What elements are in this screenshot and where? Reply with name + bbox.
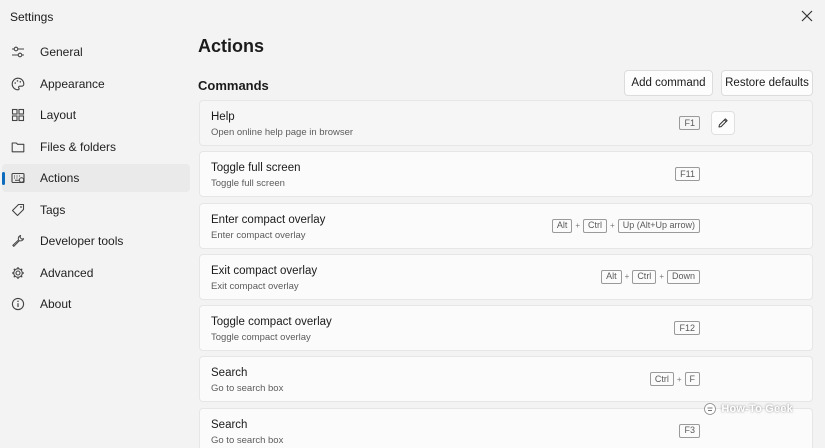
- command-list: Help Open online help page in browser F1…: [199, 100, 813, 448]
- sidebar-item-general[interactable]: General: [2, 38, 190, 66]
- command-name: Enter compact overlay: [211, 213, 326, 226]
- command-item-toggle-full-screen[interactable]: Toggle full screen Toggle full screen F1…: [199, 151, 813, 198]
- key-separator: +: [676, 374, 682, 384]
- edit-command-button[interactable]: [711, 111, 735, 135]
- sidebar-item-label: Advanced: [40, 265, 94, 280]
- command-name: Search: [211, 418, 248, 431]
- command-item-help[interactable]: Help Open online help page in browser F1: [199, 100, 813, 146]
- key-separator: +: [610, 221, 615, 231]
- command-item-search[interactable]: Search Go to search box Ctrl + F: [199, 356, 813, 403]
- sidebar-item-label: About: [40, 297, 72, 311]
- sidebar-item-developer-tools[interactable]: Developer tools: [2, 227, 190, 255]
- key-cap: Ctrl: [649, 372, 674, 387]
- sidebar-item-tags[interactable]: Tags: [2, 196, 190, 224]
- key-cap: Ctrl: [632, 269, 657, 284]
- window-title: Settings: [10, 10, 54, 24]
- tag-icon: [10, 202, 26, 218]
- add-command-button[interactable]: Add command: [624, 70, 713, 96]
- command-name: Exit compact overlay: [211, 264, 318, 277]
- sidebar-item-label: Actions: [40, 171, 80, 185]
- sliders-icon: [10, 44, 26, 60]
- sidebar-item-actions[interactable]: Actions: [2, 164, 190, 192]
- sidebar-item-label: General: [40, 45, 83, 59]
- sidebar-item-layout[interactable]: Layout: [2, 101, 190, 129]
- key-cap: Down: [666, 269, 700, 284]
- grid-icon: [10, 107, 26, 123]
- close-icon: [801, 10, 813, 22]
- page-title: Actions: [198, 36, 265, 56]
- watermark: How-To Geek: [703, 402, 793, 416]
- command-description: Open online help page in browser: [211, 127, 354, 138]
- key-cap: F: [684, 372, 700, 387]
- command-item-enter-compact-overlay[interactable]: Enter compact overlay Enter compact over…: [199, 202, 813, 249]
- sidebar-item-label: Tags: [40, 202, 66, 217]
- shortcut-keys: F3: [679, 423, 700, 438]
- gear-icon: [10, 265, 26, 281]
- wrench-icon: [10, 233, 26, 249]
- command-description: Exit compact overlay: [211, 280, 299, 292]
- restore-defaults-button[interactable]: Restore defaults: [721, 70, 813, 96]
- shortcut-keys: F1: [679, 116, 700, 130]
- title-bar: Settings: [0, 0, 825, 34]
- sidebar-item-label: Developer tools: [40, 234, 124, 248]
- shortcut-keys: Alt + Ctrl + Up (Alt+Up arrow): [551, 218, 700, 233]
- watermark-text: How-To Geek: [721, 403, 793, 415]
- command-description: Enter compact overlay: [211, 229, 306, 241]
- shortcut-keys: F11: [675, 167, 700, 182]
- section-title: Commands: [198, 78, 269, 93]
- key-cap: F1: [679, 116, 700, 130]
- palette-icon: [10, 76, 26, 92]
- sidebar-item-appearance[interactable]: Appearance: [2, 70, 190, 98]
- key-cap: Up (Alt+Up arrow): [617, 218, 700, 233]
- close-button[interactable]: [795, 5, 819, 27]
- sidebar: General Appearance Layout Files & folder…: [0, 36, 192, 322]
- sidebar-item-label: Layout: [40, 108, 77, 122]
- sidebar-item-files-folders[interactable]: Files & folders: [2, 133, 190, 161]
- shortcut-keys: Ctrl + F: [649, 372, 700, 387]
- howtogeek-logo-icon: [704, 403, 717, 415]
- key-separator: +: [659, 272, 664, 282]
- key-cap: Alt: [551, 218, 573, 233]
- keyboard-icon: [10, 170, 26, 186]
- sidebar-item-label: Appearance: [40, 76, 105, 91]
- shortcut-keys: Alt + Ctrl + Down: [601, 269, 700, 284]
- key-cap: F3: [679, 423, 700, 438]
- command-name: Help: [211, 111, 235, 123]
- key-cap: F11: [675, 167, 700, 182]
- command-description: Go to search box: [211, 383, 284, 395]
- key-cap: F12: [674, 321, 700, 336]
- folder-icon: [10, 139, 26, 155]
- sidebar-item-about[interactable]: About: [2, 290, 190, 318]
- command-name: Toggle full screen: [211, 162, 301, 175]
- shortcut-keys: F12: [674, 321, 700, 336]
- command-description: Toggle full screen: [211, 178, 285, 190]
- command-description: Toggle compact overlay: [211, 332, 311, 344]
- key-cap: Alt: [601, 269, 622, 284]
- info-icon: [10, 296, 26, 312]
- key-cap: Ctrl: [583, 218, 608, 233]
- sidebar-item-label: Files & folders: [40, 139, 117, 154]
- key-separator: +: [624, 272, 630, 282]
- command-name: Toggle compact overlay: [211, 316, 332, 329]
- command-description: Go to search box: [211, 434, 284, 446]
- sidebar-item-advanced[interactable]: Advanced: [2, 259, 190, 287]
- command-name: Search: [211, 367, 248, 380]
- command-item-toggle-compact-overlay[interactable]: Toggle compact overlay Toggle compact ov…: [199, 305, 813, 352]
- pencil-icon: [718, 118, 728, 128]
- command-item-exit-compact-overlay[interactable]: Exit compact overlay Exit compact overla…: [199, 253, 813, 300]
- key-separator: +: [575, 221, 581, 231]
